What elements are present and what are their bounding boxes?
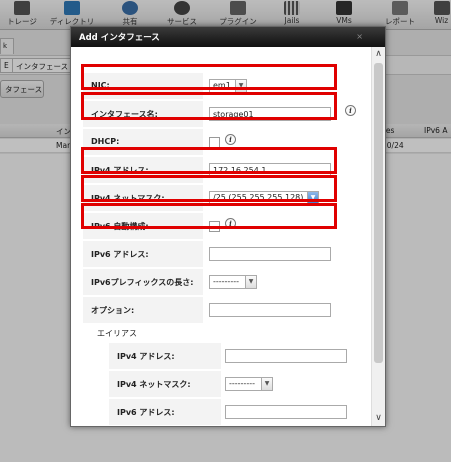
alias-ipv6-address-field-wrap — [225, 405, 347, 419]
info-icon[interactable]: i — [345, 105, 356, 116]
chevron-down-icon: ▼ — [261, 378, 272, 390]
alias-ipv4-address-input[interactable] — [225, 349, 347, 363]
ipv6-address-input[interactable] — [209, 247, 331, 261]
ipv6-prefix-label: IPv6プレフィックスの長さ: — [83, 269, 203, 295]
options-input[interactable] — [209, 303, 331, 317]
alias-ipv4-address-row: IPv4 アドレス: — [83, 343, 369, 369]
info-icon[interactable]: i — [225, 134, 236, 145]
alias-ipv4-netmask-row: IPv4 ネットマスク: --------- ▼ — [83, 371, 369, 397]
options-row: オプション: — [83, 297, 369, 323]
alias-ipv4-netmask-select-value: --------- — [229, 379, 255, 388]
ipv6-auto-highlight-box — [81, 203, 337, 229]
alias-ipv4-address-label: IPv4 アドレス: — [109, 343, 221, 369]
scroll-up-icon[interactable]: ∧ — [373, 49, 384, 60]
ipv6-prefix-select-value: --------- — [213, 277, 239, 286]
alias-ipv4-netmask-field-wrap: --------- ▼ — [225, 377, 273, 391]
scrollbar-thumb[interactable] — [374, 63, 383, 363]
dialog-title: Add インタフェース — [79, 33, 160, 43]
dialog-scrollbar[interactable]: ∧ ∨ — [371, 47, 385, 426]
options-label: オプション: — [83, 297, 203, 323]
interface-name-highlight-box — [81, 92, 337, 120]
ipv6-prefix-field-wrap: --------- ▼ — [209, 275, 257, 289]
ipv6-address-label: IPv6 アドレス: — [83, 241, 203, 267]
ipv6-address-row: IPv6 アドレス: — [83, 241, 369, 267]
alias-ipv6-address-row: IPv6 アドレス: — [83, 399, 369, 425]
dialog-titlebar[interactable]: Add インタフェース × — [71, 27, 385, 47]
alias-ipv6-address-input[interactable] — [225, 405, 347, 419]
ipv4-address-highlight-box — [81, 147, 337, 174]
ipv6-prefix-row: IPv6プレフィックスの長さ: --------- ▼ — [83, 269, 369, 295]
ipv4-netmask-highlight-box — [81, 175, 337, 202]
alias-ipv4-address-field-wrap — [225, 349, 347, 363]
alias-ipv4-netmask-label: IPv4 ネットマスク: — [109, 371, 221, 397]
close-icon[interactable]: × — [356, 32, 363, 41]
alias-ipv4-netmask-select[interactable]: --------- ▼ — [225, 377, 273, 391]
scroll-down-icon[interactable]: ∨ — [373, 413, 384, 424]
ipv6-prefix-select[interactable]: --------- ▼ — [209, 275, 257, 289]
alias-section-title: エイリアス — [97, 329, 137, 338]
nic-highlight-box — [81, 64, 337, 90]
options-field-wrap — [209, 303, 331, 317]
ipv6-address-field-wrap — [209, 247, 331, 261]
alias-ipv6-address-label: IPv6 アドレス: — [109, 399, 221, 425]
chevron-down-icon: ▼ — [245, 276, 256, 288]
